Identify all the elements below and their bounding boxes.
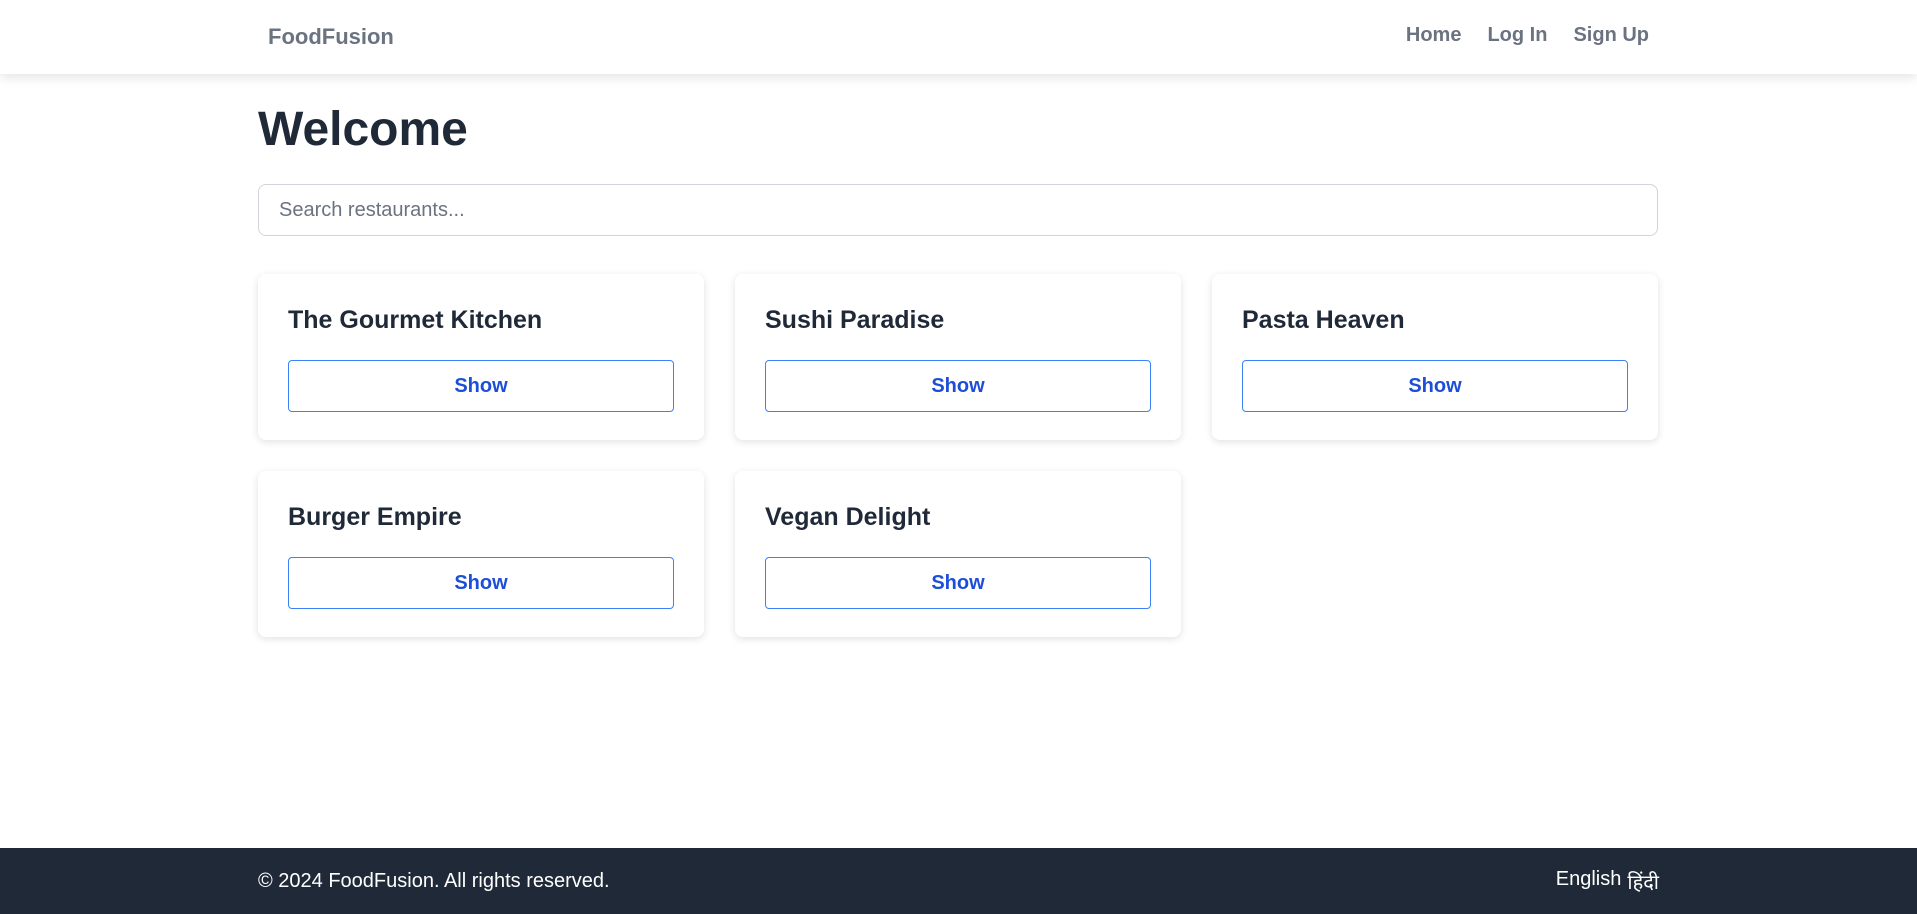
restaurant-name: Sushi Paradise bbox=[765, 306, 945, 334]
restaurant-name: Burger Empire bbox=[288, 503, 462, 531]
restaurant-name: Pasta Heaven bbox=[1242, 306, 1405, 334]
restaurant-name: The Gourmet Kitchen bbox=[288, 306, 543, 334]
restaurant-card: Sushi Paradise Show bbox=[735, 274, 1181, 440]
restaurant-search-input[interactable] bbox=[258, 184, 1658, 236]
nav-signup-link[interactable]: Sign Up bbox=[1573, 24, 1649, 47]
page-title: Welcome bbox=[258, 103, 468, 156]
nav-login-link[interactable]: Log In bbox=[1487, 24, 1547, 47]
show-restaurant-button[interactable]: Show bbox=[1242, 360, 1628, 412]
page-footer: © 2024 FoodFusion. All rights reserved. … bbox=[0, 848, 1917, 914]
show-restaurant-button[interactable]: Show bbox=[765, 557, 1151, 609]
language-switcher: English हिंदी bbox=[1556, 868, 1659, 895]
top-navbar: FoodFusion Home Log In Sign Up bbox=[0, 0, 1917, 74]
restaurant-grid: The Gourmet Kitchen Show Sushi Paradise … bbox=[258, 274, 1658, 637]
show-restaurant-button[interactable]: Show bbox=[288, 557, 674, 609]
show-restaurant-button[interactable]: Show bbox=[288, 360, 674, 412]
brand-logo-link[interactable]: FoodFusion bbox=[268, 24, 394, 50]
language-english-link[interactable]: English bbox=[1556, 868, 1622, 895]
restaurant-card: Vegan Delight Show bbox=[735, 471, 1181, 637]
restaurant-card: Burger Empire Show bbox=[258, 471, 704, 637]
nav-home-link[interactable]: Home bbox=[1406, 24, 1462, 47]
main-nav: Home Log In Sign Up bbox=[1406, 24, 1649, 47]
show-restaurant-button[interactable]: Show bbox=[765, 360, 1151, 412]
restaurant-name: Vegan Delight bbox=[765, 503, 931, 531]
copyright-text: © 2024 FoodFusion. All rights reserved. bbox=[258, 870, 610, 892]
restaurant-card: The Gourmet Kitchen Show bbox=[258, 274, 704, 440]
restaurant-card: Pasta Heaven Show bbox=[1212, 274, 1658, 440]
language-hindi-link[interactable]: हिंदी bbox=[1627, 868, 1659, 895]
